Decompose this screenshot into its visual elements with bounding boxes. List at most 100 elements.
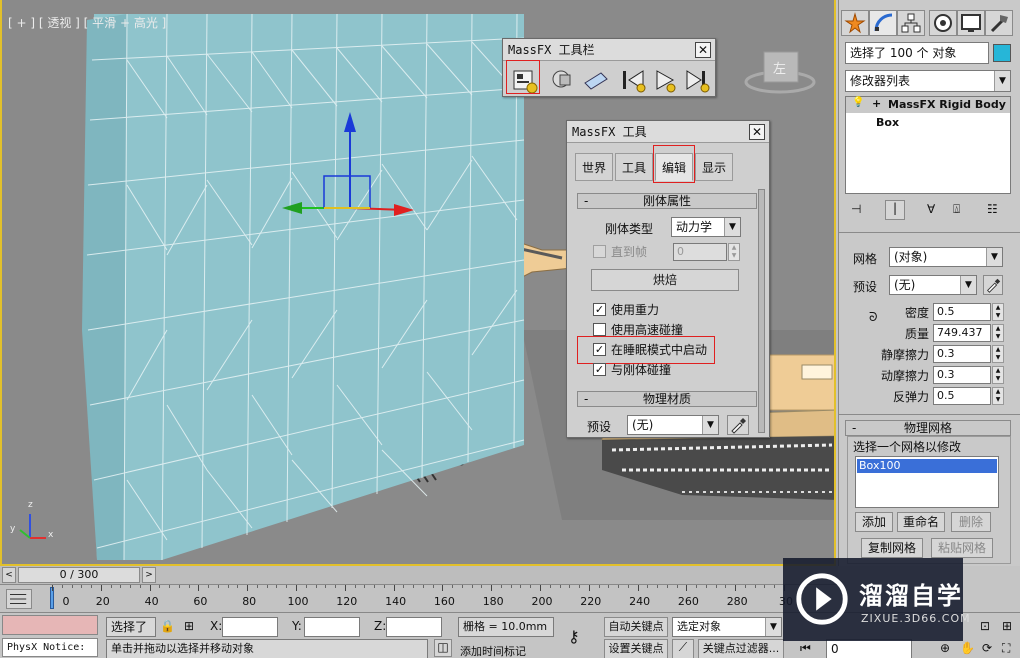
set-key-button[interactable]: 设置关键点 <box>604 639 668 658</box>
density-spinner[interactable]: 0.5 ▲ ▼ <box>933 303 1004 321</box>
maximize-viewport-icon[interactable]: ⛶ <box>1002 641 1010 656</box>
bounce-spinner[interactable]: 0.5 ▲ ▼ <box>933 387 1004 405</box>
track-bar[interactable]: 0204060801001201401601802002202402602803… <box>0 584 838 612</box>
phys-material-rollout[interactable]: - 物理材质 <box>577 391 757 407</box>
step-simulation-icon[interactable] <box>683 65 713 95</box>
rename-mesh-button[interactable]: 重命名 <box>897 512 945 532</box>
hierarchy-tab-icon[interactable] <box>897 10 925 36</box>
bake-button[interactable]: 烘焙 <box>591 269 739 291</box>
delete-mesh-button[interactable]: 删除 <box>951 512 991 532</box>
start-in-sleep-checkbox[interactable]: ✓ <box>593 343 606 356</box>
eyedropper-icon[interactable] <box>727 415 749 435</box>
maxscript-output[interactable]: PhysX Notice: <box>2 638 98 657</box>
selection-name-field[interactable]: 选择了 100 个 对象 <box>845 42 989 64</box>
zoom-extents-all-icon[interactable]: ⊞ <box>1002 619 1012 633</box>
timeline-minor-tick <box>510 585 512 588</box>
add-time-tag-icon[interactable]: ◫ <box>434 639 452 657</box>
preset-select[interactable]: (无) ▼ <box>627 415 719 435</box>
tab-world[interactable]: 世界 <box>575 153 613 181</box>
mini-curve-editor-icon[interactable] <box>6 589 32 609</box>
modifier-list-select[interactable]: 修改器列表 ▼ <box>845 70 1011 92</box>
zoom-extents-icon[interactable]: ⊡ <box>980 619 990 633</box>
base-object-name[interactable]: Box <box>876 116 899 129</box>
rigid-type-select[interactable]: 动力学 ▼ <box>671 217 741 237</box>
make-unique-icon[interactable]: ∀ <box>927 202 935 216</box>
prev-frame-icon[interactable]: < <box>2 567 16 583</box>
time-slider-thumb[interactable]: 0 / 300 <box>18 567 140 583</box>
show-end-result-icon[interactable]: | <box>885 200 905 220</box>
timeline-minor-tick <box>598 585 600 588</box>
key-tangent-icon[interactable]: ⟋ <box>672 639 694 658</box>
current-frame-field[interactable]: 0 <box>826 639 912 658</box>
mesh-type-select[interactable]: (对象) ▼ <box>889 247 1003 267</box>
viewport-label[interactable]: [ + ] [ 透视 ] [ 平滑 + 高光 ] <box>8 14 166 31</box>
lightbulb-icon[interactable]: 💡 <box>852 97 864 108</box>
collide-rigid-checkbox[interactable]: ✓ <box>593 363 606 376</box>
rigid-props-rollout[interactable]: - 刚体属性 <box>577 193 757 209</box>
until-frame-spinner[interactable]: 0 ▲ ▼ <box>673 243 740 261</box>
massfx-toolbar-title[interactable]: MassFX 工具栏 <box>503 39 715 61</box>
eyedropper-icon[interactable] <box>983 275 1003 295</box>
pin-stack-icon[interactable]: ⊣ <box>851 202 861 216</box>
tab-edit[interactable]: 编辑 <box>655 153 693 181</box>
paste-mesh-button[interactable]: 粘贴网格 <box>931 538 993 558</box>
go-to-start-icon[interactable]: ⏮ <box>800 641 811 656</box>
set-key-icon[interactable]: ⚷ <box>568 627 580 646</box>
auto-key-button[interactable]: 自动关键点 <box>604 617 668 637</box>
modify-tab-icon[interactable] <box>869 10 897 36</box>
link-chain-icon[interactable]: ᘐ <box>869 310 877 325</box>
massfx-tools-icon[interactable] <box>509 65 539 95</box>
time-slider-bar[interactable]: < 0 / 300 > <box>0 566 838 584</box>
utilities-tab-icon[interactable] <box>985 10 1013 36</box>
configure-modifier-sets-icon[interactable]: ☷ <box>987 202 998 216</box>
cloth-icon[interactable] <box>581 65 611 95</box>
absolute-mode-icon[interactable]: ⊞ <box>184 619 194 633</box>
object-color-swatch[interactable] <box>993 44 1011 62</box>
maxscript-listener-pink[interactable] <box>2 615 98 635</box>
modifier-stack[interactable]: 💡 + MassFX Rigid Body Box <box>845 96 1011 194</box>
tab-tools[interactable]: 工具 <box>615 153 653 181</box>
orbit-icon[interactable]: ⟳ <box>982 641 992 655</box>
high-speed-collision-checkbox[interactable] <box>593 323 606 336</box>
modifier-stack-item[interactable]: 💡 + MassFX Rigid Body <box>846 97 1010 113</box>
next-frame-icon[interactable]: > <box>142 567 156 583</box>
rigid-body-icon[interactable] <box>547 65 577 95</box>
massfx-tools-title[interactable]: MassFX 工具 <box>567 121 769 143</box>
copy-mesh-button[interactable]: 复制网格 <box>861 538 923 558</box>
display-tab-icon[interactable] <box>957 10 985 36</box>
reset-simulation-icon[interactable] <box>619 65 649 95</box>
cp-preset-select[interactable]: (无) ▼ <box>889 275 977 295</box>
lock-selection-icon[interactable]: 🔒 <box>160 619 175 633</box>
z-coord-field[interactable] <box>386 617 442 637</box>
static-friction-spinner[interactable]: 0.3 ▲ ▼ <box>933 345 1004 363</box>
expand-icon[interactable]: + <box>872 97 881 110</box>
motion-tab-icon[interactable] <box>929 10 957 36</box>
add-time-tag-label[interactable]: 添加时间标记 <box>460 643 526 658</box>
start-simulation-icon[interactable] <box>651 65 681 95</box>
dynamic-friction-spinner[interactable]: 0.3 ▲ ▼ <box>933 366 1004 384</box>
phys-mesh-rollout[interactable]: - 物理网格 <box>845 420 1011 436</box>
close-icon[interactable]: ✕ <box>695 42 711 58</box>
close-icon[interactable]: ✕ <box>749 124 765 140</box>
add-mesh-button[interactable]: 添加 <box>855 512 893 532</box>
key-filters-button[interactable]: 关键点过滤器... <box>698 639 784 658</box>
create-tab-icon[interactable] <box>841 10 869 36</box>
panel-scrollbar[interactable] <box>758 189 765 433</box>
zoom-icon[interactable]: ⊕ <box>940 641 950 655</box>
use-gravity-checkbox[interactable]: ✓ <box>593 303 606 316</box>
timeline-minor-tick <box>120 585 122 588</box>
mesh-list[interactable]: Box100 <box>855 456 999 508</box>
wall-boxes[interactable] <box>82 13 525 561</box>
x-coord-field[interactable] <box>222 617 278 637</box>
remove-modifier-icon[interactable]: ⍍ <box>953 202 960 217</box>
mesh-list-item[interactable]: Box100 <box>857 459 997 473</box>
tab-display[interactable]: 显示 <box>695 153 733 181</box>
until-frame-checkbox[interactable] <box>593 245 606 258</box>
mass-spinner[interactable]: 749.437 ▲ ▼ <box>933 324 1004 342</box>
command-panel[interactable]: 选择了 100 个 对象 修改器列表 ▼ 💡 + MassFX Rigid Bod… <box>838 0 1020 566</box>
massfx-tools-window[interactable]: MassFX 工具 ✕ 世界 工具 编辑 显示 - 刚体属性 刚体类型 动力学 ▼ … <box>566 120 770 438</box>
pan-hand-icon[interactable]: ✋ <box>960 641 975 655</box>
y-coord-field[interactable] <box>304 617 360 637</box>
massfx-toolbar-window[interactable]: MassFX 工具栏 ✕ <box>502 38 716 97</box>
key-mode-select[interactable]: 选定对象 ▼ <box>672 617 782 637</box>
